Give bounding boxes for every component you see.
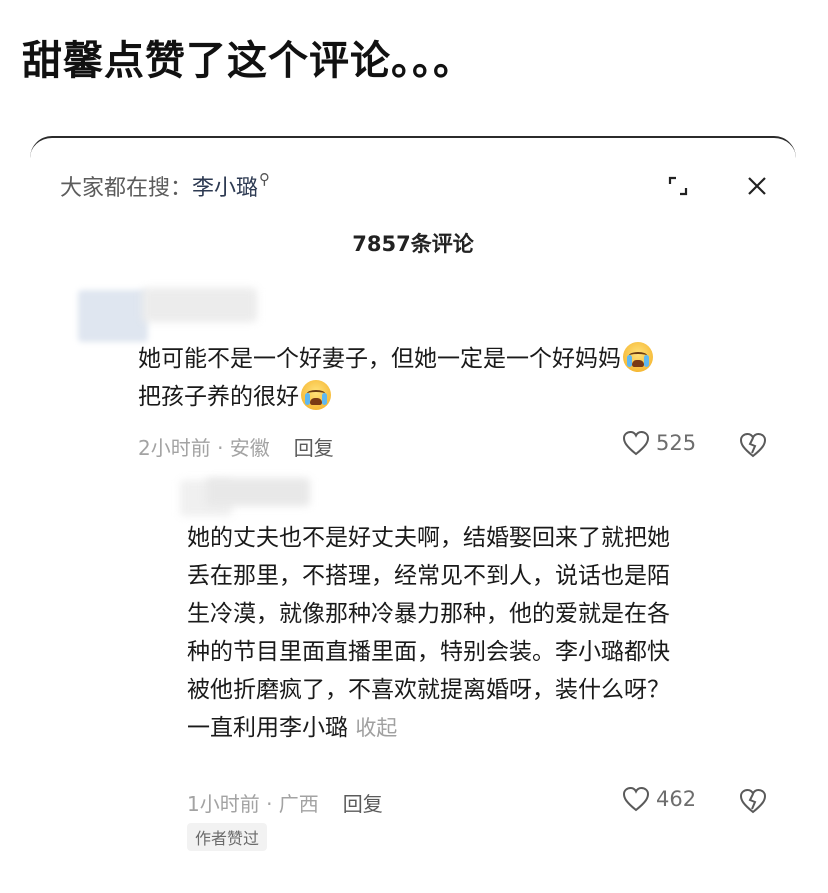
comment-1-dislike-button[interactable] <box>738 432 768 462</box>
comment-2-reply-button[interactable]: 回复 <box>343 792 383 816</box>
broken-heart-icon <box>739 432 767 458</box>
headline: 甜馨点赞了这个评论。。。 <box>22 38 474 84</box>
close-button[interactable] <box>737 166 777 206</box>
comment-2-like-count: 462 <box>656 787 697 811</box>
author-liked-badge: 作者赞过 <box>187 823 268 851</box>
trending-search-bar[interactable]: 大家都在搜：李小璐⚲ <box>60 170 270 202</box>
comment-1-text: 她可能不是一个好妻子，但她一定是一个好妈妈 把孩子养的很好 <box>138 340 758 416</box>
comment-1-like-count: 525 <box>656 431 697 455</box>
blurred-avatar[interactable] <box>78 290 148 342</box>
heart-icon <box>622 430 650 456</box>
crying-face-icon <box>623 342 653 372</box>
expand-icon <box>668 176 688 196</box>
search-prefix: 大家都在搜： <box>60 176 193 201</box>
magnifier-icon: ⚲ <box>259 170 271 188</box>
comment-1-meta: 2小时前 · 安徽 回复 <box>138 432 334 461</box>
collapse-button[interactable]: 收起 <box>355 716 397 740</box>
comment-2-like-button[interactable]: 462 <box>622 786 696 812</box>
comments-panel: 大家都在搜：李小璐⚲ 7857条评论 她可能不是一个好妻子，但她一定是一个好妈妈… <box>30 136 796 893</box>
comment-count: 7857条评论 <box>352 232 474 256</box>
comment-2-text: 她的丈夫也不是好丈夫啊，结婚娶回来了就把她 丢在那里，不搭理，经常见不到人，说话… <box>187 519 777 747</box>
comment-1-line: 她可能不是一个好妻子，但她一定是一个好妈妈 <box>138 346 621 372</box>
blurred-username[interactable] <box>206 478 310 506</box>
comment-1-line: 把孩子养的很好 <box>138 384 299 410</box>
close-icon <box>748 177 766 195</box>
heart-icon <box>622 786 650 812</box>
comment-2-line: 被他折磨疯了，不喜欢就提离婚呀，装什么呀？ <box>187 677 670 703</box>
expand-button[interactable] <box>658 166 698 206</box>
comment-2-line: 种的节目里面直播里面，特别会装。李小璐都快 <box>187 639 670 665</box>
comment-2-meta: 1小时前 · 广西 回复 <box>187 788 383 817</box>
comment-1-like-button[interactable]: 525 <box>622 430 696 456</box>
comment-2-time-location: 1小时前 · 广西 <box>187 792 319 816</box>
broken-heart-icon <box>739 788 767 814</box>
comment-2-line: 她的丈夫也不是好丈夫啊，结婚娶回来了就把她 <box>187 525 670 551</box>
search-keyword[interactable]: 李小璐 <box>192 176 258 201</box>
comment-1-time-location: 2小时前 · 安徽 <box>138 436 270 460</box>
comment-2-dislike-button[interactable] <box>738 788 768 818</box>
comment-2-line: 丢在那里，不搭理，经常见不到人，说话也是陌 <box>187 563 670 589</box>
blurred-username[interactable] <box>142 288 257 322</box>
comment-2-line: 一直利用李小璐 <box>187 715 348 741</box>
comment-1-reply-button[interactable]: 回复 <box>294 436 334 460</box>
comment-2-line: 生冷漠，就像那种冷暴力那种，他的爱就是在各 <box>187 601 670 627</box>
crying-face-icon <box>301 380 331 410</box>
